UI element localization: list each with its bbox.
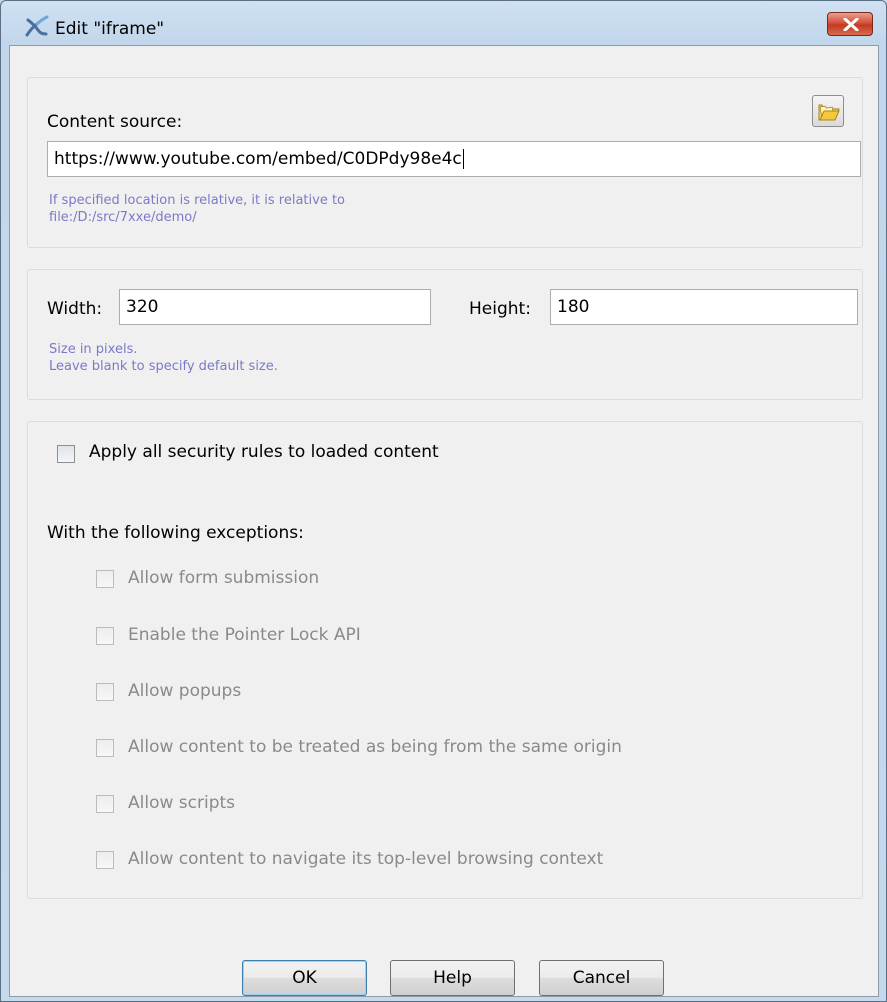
exception-label-form-submission[interactable]: Allow form submission <box>128 568 319 588</box>
ok-button[interactable]: OK <box>242 960 367 996</box>
title-bar[interactable]: Edit "iframe" <box>1 1 886 39</box>
close-button[interactable] <box>827 12 873 36</box>
exception-checkbox-same-origin[interactable] <box>96 739 114 757</box>
size-hint-line2: Leave blank to specify default size. <box>49 359 278 374</box>
help-button[interactable]: Help <box>390 960 515 996</box>
exception-checkbox-form-submission[interactable] <box>96 570 114 588</box>
content-source-value: https://www.youtube.com/embed/C0DPdy98e4… <box>54 149 462 169</box>
exceptions-label: With the following exceptions: <box>47 523 304 543</box>
exception-checkbox-top-navigation[interactable] <box>96 851 114 869</box>
close-icon <box>843 18 859 31</box>
content-source-label: Content source: <box>47 112 183 132</box>
cancel-button[interactable]: Cancel <box>539 960 664 996</box>
exception-label-popups[interactable]: Allow popups <box>128 681 241 701</box>
apply-security-checkbox[interactable] <box>57 445 75 463</box>
exception-label-scripts[interactable]: Allow scripts <box>128 793 235 813</box>
height-value: 180 <box>557 297 590 317</box>
content-source-input[interactable]: https://www.youtube.com/embed/C0DPdy98e4… <box>47 141 861 177</box>
height-label: Height: <box>469 299 531 319</box>
apply-security-label[interactable]: Apply all security rules to loaded conte… <box>89 442 439 462</box>
exception-checkbox-scripts[interactable] <box>96 795 114 813</box>
window-title: Edit "iframe" <box>55 19 165 39</box>
width-value: 320 <box>126 297 159 317</box>
width-label: Width: <box>47 299 103 319</box>
folder-icon <box>818 104 840 121</box>
width-input[interactable]: 320 <box>119 289 431 325</box>
source-hint-line2: file:/D:/src/7xxe/demo/ <box>49 210 197 225</box>
exception-checkbox-pointer-lock[interactable] <box>96 627 114 645</box>
browse-button[interactable] <box>812 95 844 127</box>
security-group <box>27 421 863 899</box>
height-input[interactable]: 180 <box>550 289 858 325</box>
size-hint-line1: Size in pixels. <box>49 342 138 357</box>
xxe-logo-icon <box>25 14 49 38</box>
exception-label-top-navigation[interactable]: Allow content to navigate its top-level … <box>128 849 603 869</box>
source-hint-line1: If specified location is relative, it is… <box>49 193 346 208</box>
text-caret <box>462 149 464 169</box>
exception-checkbox-popups[interactable] <box>96 683 114 701</box>
exception-label-pointer-lock[interactable]: Enable the Pointer Lock API <box>128 625 361 645</box>
dialog-window: Edit "iframe" Content source: https://ww… <box>0 0 887 1002</box>
exception-label-same-origin[interactable]: Allow content to be treated as being fro… <box>128 737 622 757</box>
